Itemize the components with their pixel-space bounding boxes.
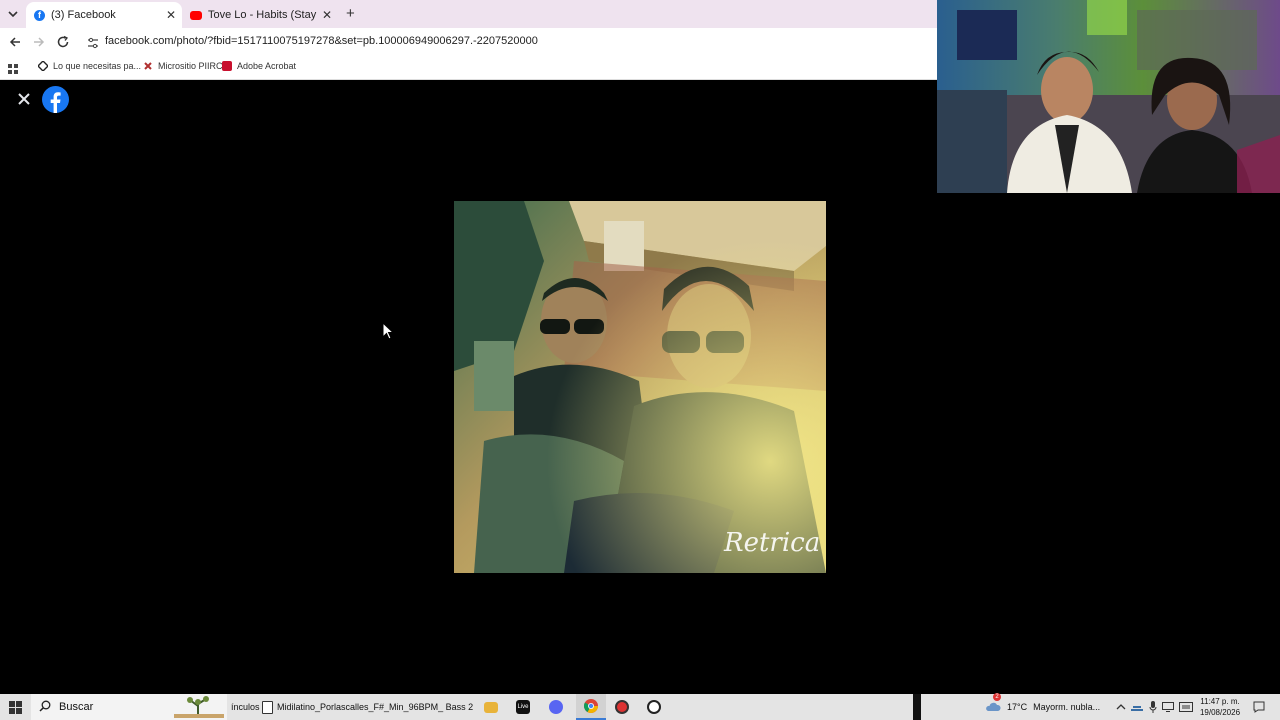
chrome-button[interactable] <box>576 694 606 720</box>
close-viewer-button[interactable] <box>12 87 36 111</box>
facebook-logo-icon <box>42 86 69 113</box>
youtube-favicon-icon <box>190 10 202 20</box>
facebook-favicon-icon: f <box>34 9 45 21</box>
tab-youtube[interactable]: Tove Lo - Habits (Stay High) - H ✕ <box>182 2 338 28</box>
notification-badge: 2 <box>993 693 1001 701</box>
show-hidden-icons-chevron-icon[interactable] <box>1116 694 1126 720</box>
search-placeholder: Buscar <box>59 701 94 713</box>
app-button-obs[interactable] <box>647 694 661 720</box>
ableton-live-icon: Live <box>516 700 530 714</box>
display-icon[interactable] <box>1162 694 1174 720</box>
bookmarks-bar: Lo que necesitas pa... Micrositio PIIRC … <box>0 56 937 80</box>
adobe-acrobat-icon <box>222 61 232 71</box>
taskbar-window-midi[interactable]: Midilatino_Porlascalles_F#_Min_96BPM_ Ba… <box>262 694 473 720</box>
tab-search-chevron-icon[interactable] <box>6 7 20 21</box>
ableton-live-button[interactable]: Live <box>516 694 530 720</box>
tab-title: Tove Lo - Habits (Stay High) - H <box>208 9 318 21</box>
reload-icon[interactable] <box>56 35 70 54</box>
microphone-icon[interactable] <box>1149 694 1157 720</box>
weather-description: Mayorm. nubla... <box>1033 702 1101 712</box>
bookmark-adobe-acrobat[interactable]: Adobe Acrobat <box>222 61 296 71</box>
bookmark-lo-que-necesitas[interactable]: Lo que necesitas pa... <box>37 60 142 72</box>
clock[interactable]: 11:47 p. m. 19/08/2026 <box>1200 694 1240 720</box>
discord-button[interactable] <box>549 694 563 720</box>
search-icon <box>39 700 51 714</box>
taskbar-partial-label[interactable]: ínculos <box>231 694 260 720</box>
diamond-icon <box>37 60 49 72</box>
volume-icon[interactable] <box>1179 694 1193 720</box>
file-explorer-button[interactable] <box>484 694 498 720</box>
document-icon <box>262 700 273 714</box>
webcam-illustration <box>937 0 1280 193</box>
forward-arrow-icon[interactable] <box>32 35 46 54</box>
url-text: facebook.com/photo/?fbid=151711007519727… <box>105 35 538 47</box>
close-icon <box>18 93 30 105</box>
retrica-watermark: Retrica <box>724 528 821 558</box>
network-icon[interactable] <box>1131 694 1143 720</box>
facebook-photo[interactable]: Retrica <box>454 201 826 573</box>
windows-start-button[interactable] <box>9 694 22 720</box>
address-bar[interactable]: facebook.com/photo/?fbid=151711007519727… <box>82 31 932 53</box>
facebook-logo-link[interactable] <box>42 86 69 113</box>
joshua-tree-icon <box>174 696 224 720</box>
recording-app-icon <box>615 700 629 714</box>
apps-grid-icon[interactable] <box>8 62 19 80</box>
clock-date: 19/08/2026 <box>1199 708 1241 717</box>
weather-temp: 17°C <box>1007 702 1028 712</box>
back-arrow-icon[interactable] <box>8 35 22 54</box>
webcam-overlay <box>937 0 1280 193</box>
obs-icon <box>647 700 661 714</box>
photo-illustration <box>454 201 826 573</box>
folder-icon <box>484 701 498 713</box>
close-tab-icon[interactable]: ✕ <box>322 8 332 22</box>
piirc-logo-icon <box>143 61 153 71</box>
taskbar-divider <box>913 694 921 720</box>
bookmark-label: Adobe Acrobat <box>237 61 297 71</box>
tab-title: (3) Facebook <box>51 9 116 21</box>
bookmark-label: Micrositio PIIRC <box>158 61 223 71</box>
discord-icon <box>549 700 563 714</box>
site-settings-icon[interactable] <box>87 36 99 54</box>
chrome-icon <box>584 699 598 713</box>
app-button-red[interactable] <box>615 694 629 720</box>
new-tab-icon[interactable]: + <box>346 5 355 22</box>
clock-time: 11:47 p. m. <box>1200 697 1240 706</box>
action-center-icon[interactable] <box>1253 694 1265 720</box>
windows-logo-icon <box>9 700 22 714</box>
window-title: Midilatino_Porlascalles_F#_Min_96BPM_ Ba… <box>277 702 474 712</box>
tab-strip: f (3) Facebook ✕ Tove Lo - Habits (Stay … <box>0 0 937 28</box>
weather-cloud-icon: 2 <box>985 693 1001 714</box>
windows-taskbar: Buscar ínculos Midilatino_Porlascalles_F… <box>0 693 1280 720</box>
weather-widget[interactable]: 2 17°C Mayorm. nubla... <box>985 693 1101 720</box>
mouse-cursor-icon <box>382 321 395 345</box>
close-tab-icon[interactable]: ✕ <box>166 8 176 22</box>
tab-facebook[interactable]: f (3) Facebook ✕ <box>26 2 182 28</box>
bookmark-micrositio-piirc[interactable]: Micrositio PIIRC <box>143 61 223 71</box>
taskbar-search-box[interactable]: Buscar <box>31 694 227 720</box>
bookmark-label: Lo que necesitas pa... <box>53 61 142 71</box>
